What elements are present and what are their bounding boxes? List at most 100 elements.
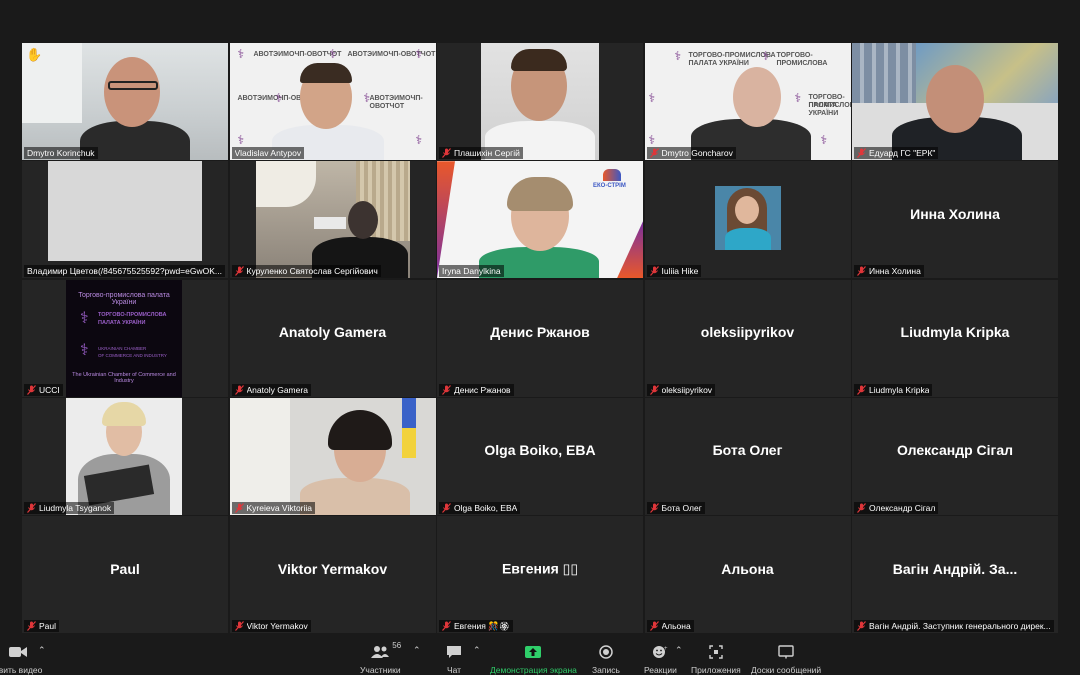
participant-tile[interactable]: Бота Олег Бота Олег	[644, 397, 851, 515]
participant-display-name: Anatoly Gamera	[278, 324, 387, 341]
caduceus-icon: ⚕	[363, 91, 371, 105]
participants-button[interactable]: 56 Участники	[360, 641, 401, 675]
chevron-up-icon[interactable]: ⌃	[413, 645, 421, 656]
caduceus-icon: ⚕	[820, 133, 828, 147]
participant-tile[interactable]: Olga Boiko, EBA Olga Boiko, EBA	[437, 397, 643, 515]
participant-tile[interactable]: ⚕ ТОРГОВО-ПРОМИСЛОВА ПАЛАТА УКРАЇНИ ⚕ ТО…	[644, 43, 851, 160]
participant-tile[interactable]: Iuliia Hike	[644, 161, 851, 279]
muted-mic-icon	[649, 148, 659, 158]
participant-name-label: Dmytro Korinchuk	[24, 147, 98, 159]
banner-text: АВОТЭИМОЧП-ОВОТЧОТ	[253, 51, 342, 58]
participant-display-name: Олександр Сігал	[896, 442, 1014, 459]
participant-tile[interactable]: Альона Альона	[644, 516, 851, 633]
video-feed: ⚕ ТОРГОВО-ПРОМИСЛОВА ПАЛАТА УКРАЇНИ ⚕ ТО…	[644, 43, 851, 160]
muted-mic-icon	[234, 621, 244, 631]
participant-tile[interactable]: ✋ Dmytro Korinchuk	[22, 43, 228, 160]
chevron-up-icon[interactable]: ⌃	[675, 645, 683, 656]
participant-name-label: Куруленко Святослав Сергійович	[231, 265, 381, 278]
participant-tile[interactable]: Инна Холина Инна Холина	[852, 161, 1058, 279]
participant-tile[interactable]: Денис Ржанов Денис Ржанов	[437, 279, 643, 397]
participant-name-label: Iryna Danylkina	[439, 265, 504, 278]
muted-mic-icon	[442, 148, 451, 158]
ucci-line: OF COMMERCE AND INDUSTRY	[98, 352, 167, 358]
svg-text:+: +	[664, 646, 668, 652]
participant-name-label: Бота Олег	[646, 501, 705, 514]
apps-icon	[709, 643, 723, 661]
participant-name-label: Viktor Yermakov	[231, 620, 311, 632]
muted-mic-icon	[234, 502, 244, 513]
participant-name-label: Liudmyla Tsyganok	[24, 501, 115, 514]
whiteboard-button[interactable]: Доски сообщений	[751, 643, 821, 675]
participant-tile[interactable]: Liudmyla Kripka Liudmyla Kripka	[852, 279, 1058, 397]
chat-bubble-icon	[446, 643, 462, 661]
participant-tile[interactable]: АВОТЭИМОЧП-ОВОТЧОТ АВОТЭИМОЧП-ОВОТЧОТ АВ…	[229, 43, 436, 160]
record-button[interactable]: Запись	[592, 643, 620, 675]
video-feed: АВОТЭИМОЧП-ОВОТЧОТ АВОТЭИМОЧП-ОВОТЧОТ АВ…	[229, 43, 436, 160]
participant-name-label: Olga Boiko, EBA	[439, 501, 521, 514]
participant-tile[interactable]: Liudmyla Tsyganok	[22, 397, 228, 515]
start-video-button[interactable]: овить видео	[0, 643, 42, 675]
share-screen-button[interactable]: Демонстрация экрана	[490, 643, 577, 675]
participant-name-label: Anatoly Gamera	[231, 383, 311, 396]
muted-mic-icon	[649, 502, 659, 513]
record-icon	[599, 643, 613, 661]
participant-tile[interactable]: Anatoly Gamera Anatoly Gamera	[229, 279, 436, 397]
banner-text: ПАЛАТА УКРАЇНИ	[808, 102, 839, 117]
muted-mic-icon	[857, 384, 866, 395]
participant-tile[interactable]: Олександр Сігал Олександр Сігал	[852, 397, 1058, 515]
muted-mic-icon	[857, 266, 866, 277]
participant-name-label: Dmytro Goncharov	[646, 147, 736, 159]
meeting-toolbar: овить видео ⌃ 56 Участники ⌃ Чат ⌃ Демон…	[0, 637, 1080, 675]
reactions-label: Реакции	[644, 665, 677, 675]
video-feed	[714, 186, 781, 251]
participant-tile[interactable]: oleksiipyrikov oleksiipyrikov	[644, 279, 851, 397]
caduceus-icon: ⚕	[648, 133, 656, 147]
participant-tile[interactable]: Едуард ГС "ЕРК"	[852, 43, 1058, 160]
participant-tile[interactable]: Kyreieva Viktoriia	[229, 397, 436, 515]
participant-name-label: Альона	[646, 620, 694, 632]
participant-display-name: Евгения ▯▯	[501, 560, 579, 577]
participant-display-name: Liudmyla Kripka	[900, 324, 1010, 341]
participant-name-label: Инна Холина	[854, 265, 924, 278]
reactions-button[interactable]: + Реакции	[644, 643, 677, 675]
banner-text: ТОРГОВО-ПРОМИСЛОВА	[776, 52, 828, 67]
participant-tile[interactable]: Владимир Цветов(/845675525592?pwd=eGwOK.…	[22, 161, 228, 279]
participant-name-label: oleksiipyrikov	[646, 383, 716, 396]
video-feed	[481, 43, 599, 160]
participant-tile[interactable]: Плашихін Сергій	[437, 43, 643, 160]
muted-mic-icon	[234, 384, 244, 395]
participant-tile[interactable]: Paul Paul	[22, 516, 228, 633]
participant-display-name: Вагін Андрій. За...	[892, 560, 1018, 577]
participant-tile[interactable]: Вагін Андрій. За... Вагін Андрій. Заступ…	[852, 516, 1058, 633]
participant-tile[interactable]: Торгово-промислова палата України ⚕ ТОРГ…	[22, 279, 228, 397]
participant-tile[interactable]: Евгения ▯▯ Евгения 🎊🏵	[437, 516, 643, 633]
muted-mic-icon	[442, 502, 451, 513]
video-feed: Торгово-промислова палата України ⚕ ТОРГ…	[66, 279, 182, 397]
caduceus-icon: ⚕	[762, 49, 770, 63]
video-feed	[852, 43, 1058, 160]
banner-text: ПАЛАТА УКРАЇНИ	[688, 60, 749, 67]
chevron-up-icon[interactable]: ⌃	[473, 645, 481, 656]
muted-mic-icon	[27, 384, 36, 395]
caduceus-icon: ⚕	[794, 91, 802, 105]
apps-button[interactable]: Приложения	[691, 643, 741, 675]
caduceus-icon: ⚕	[237, 47, 245, 61]
caduceus-icon: ⚕	[415, 133, 423, 147]
smiley-icon: +	[652, 643, 668, 661]
caduceus-icon: ⚕	[237, 133, 245, 147]
ucci-footer: The Ukrainian Chamber of Commerce and In…	[72, 371, 176, 384]
muted-mic-icon	[27, 621, 36, 631]
ucci-line: ПАЛАТА УКРАЇНИ	[98, 319, 146, 326]
participant-tile[interactable]: Viktor Yermakov Viktor Yermakov	[229, 516, 436, 633]
apps-label: Приложения	[691, 665, 741, 675]
participant-tile[interactable]: ЕКО-СТРІМ Iryna Danylkina	[437, 161, 643, 279]
whiteboard-icon	[778, 643, 794, 661]
participant-name-label: Евгения 🎊🏵	[439, 620, 513, 632]
participant-tile[interactable]: Куруленко Святослав Сергійович	[229, 161, 436, 279]
ucci-line: ТОРГОВО-ПРОМИСЛОВА	[98, 311, 167, 318]
chevron-up-icon[interactable]: ⌃	[38, 645, 46, 656]
participant-name-label: Vladislav Antypov	[231, 147, 305, 159]
caduceus-icon: ⚕	[674, 49, 682, 63]
chat-button[interactable]: Чат	[446, 643, 462, 675]
whiteboard-label: Доски сообщений	[751, 665, 822, 675]
